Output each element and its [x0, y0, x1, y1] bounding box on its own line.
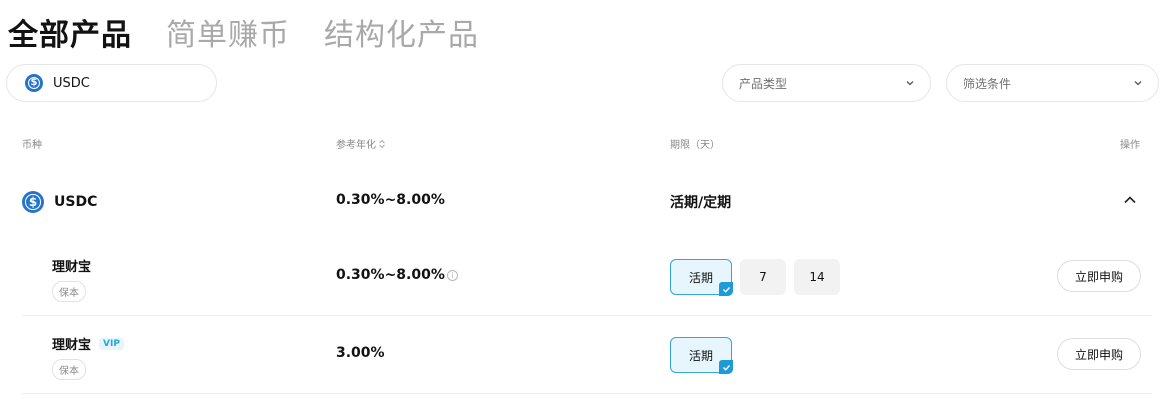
product-apr: 0.30%~8.00% i [336, 267, 458, 283]
product-name-label: 理财宝 [52, 260, 92, 275]
term-options: 活期 7 14 [670, 259, 840, 296]
coin-group-row[interactable]: $ USDC 0.30%~8.00% 活期/定期 [0, 180, 1170, 224]
term-options: 活期 [670, 337, 733, 374]
coin-search-value: USDC [53, 75, 90, 91]
usdc-icon: $ [22, 191, 44, 213]
chevron-down-icon [1134, 81, 1142, 86]
header-coin: 币种 [22, 140, 42, 151]
term-option-14[interactable]: 14 [794, 259, 840, 295]
product-name-label: 理财宝 [52, 338, 92, 353]
product-name: 理财宝 [52, 256, 91, 275]
header-action: 操作 [1120, 140, 1140, 151]
product-apr-value: 3.00% [336, 345, 385, 361]
coin-term: 活期/定期 [670, 195, 732, 211]
coin-cell: $ USDC [22, 191, 97, 213]
header-apr-label: 参考年化 [336, 140, 376, 151]
check-icon [719, 360, 733, 374]
filter-dropdown[interactable]: 筛选条件 [946, 64, 1159, 102]
info-icon[interactable]: i [446, 269, 458, 281]
header-term: 期限（天） [670, 140, 720, 151]
sort-icon[interactable] [378, 139, 386, 149]
product-row: 理财宝 保本 0.30%~8.00% i 活期 7 14 立即申购 [0, 238, 1170, 316]
coin-apr: 0.30%~8.00% [336, 192, 445, 208]
vip-badge: VIP [99, 337, 124, 350]
product-type-label: 产品类型 [739, 76, 788, 91]
coin-search-input[interactable]: $ USDC [6, 64, 217, 102]
filter-label: 筛选条件 [963, 76, 1012, 91]
product-tabs: 全部产品 简单赚币 结构化产品 [8, 10, 479, 54]
product-name: 理财宝 VIP [52, 334, 124, 353]
principal-protected-badge: 保本 [52, 359, 86, 380]
subscribe-button[interactable]: 立即申购 [1057, 338, 1141, 370]
tab-simple-earn[interactable]: 简单赚币 [166, 10, 290, 54]
term-option-7[interactable]: 7 [740, 259, 786, 295]
product-apr-value: 0.30%~8.00% [336, 267, 445, 283]
term-option-label: 活期 [688, 270, 713, 285]
product-type-dropdown[interactable]: 产品类型 [722, 64, 931, 102]
check-icon [719, 282, 733, 296]
usdc-icon: $ [25, 74, 43, 92]
row-divider [22, 393, 1152, 394]
term-option-flexible[interactable]: 活期 [670, 337, 733, 374]
principal-protected-badge: 保本 [52, 281, 86, 302]
header-apr[interactable]: 参考年化 [336, 136, 386, 151]
term-option-flexible[interactable]: 活期 [670, 259, 733, 296]
product-row: 理财宝 VIP 保本 3.00% 活期 立即申购 [0, 316, 1170, 394]
subscribe-button[interactable]: 立即申购 [1057, 260, 1141, 292]
chevron-up-icon[interactable] [1122, 192, 1138, 208]
tab-all-products[interactable]: 全部产品 [8, 10, 132, 54]
chevron-down-icon [906, 81, 914, 86]
coin-label: USDC [54, 194, 98, 210]
tab-structured-products[interactable]: 结构化产品 [324, 10, 479, 54]
product-apr: 3.00% [336, 345, 385, 361]
term-option-label: 活期 [688, 348, 713, 363]
